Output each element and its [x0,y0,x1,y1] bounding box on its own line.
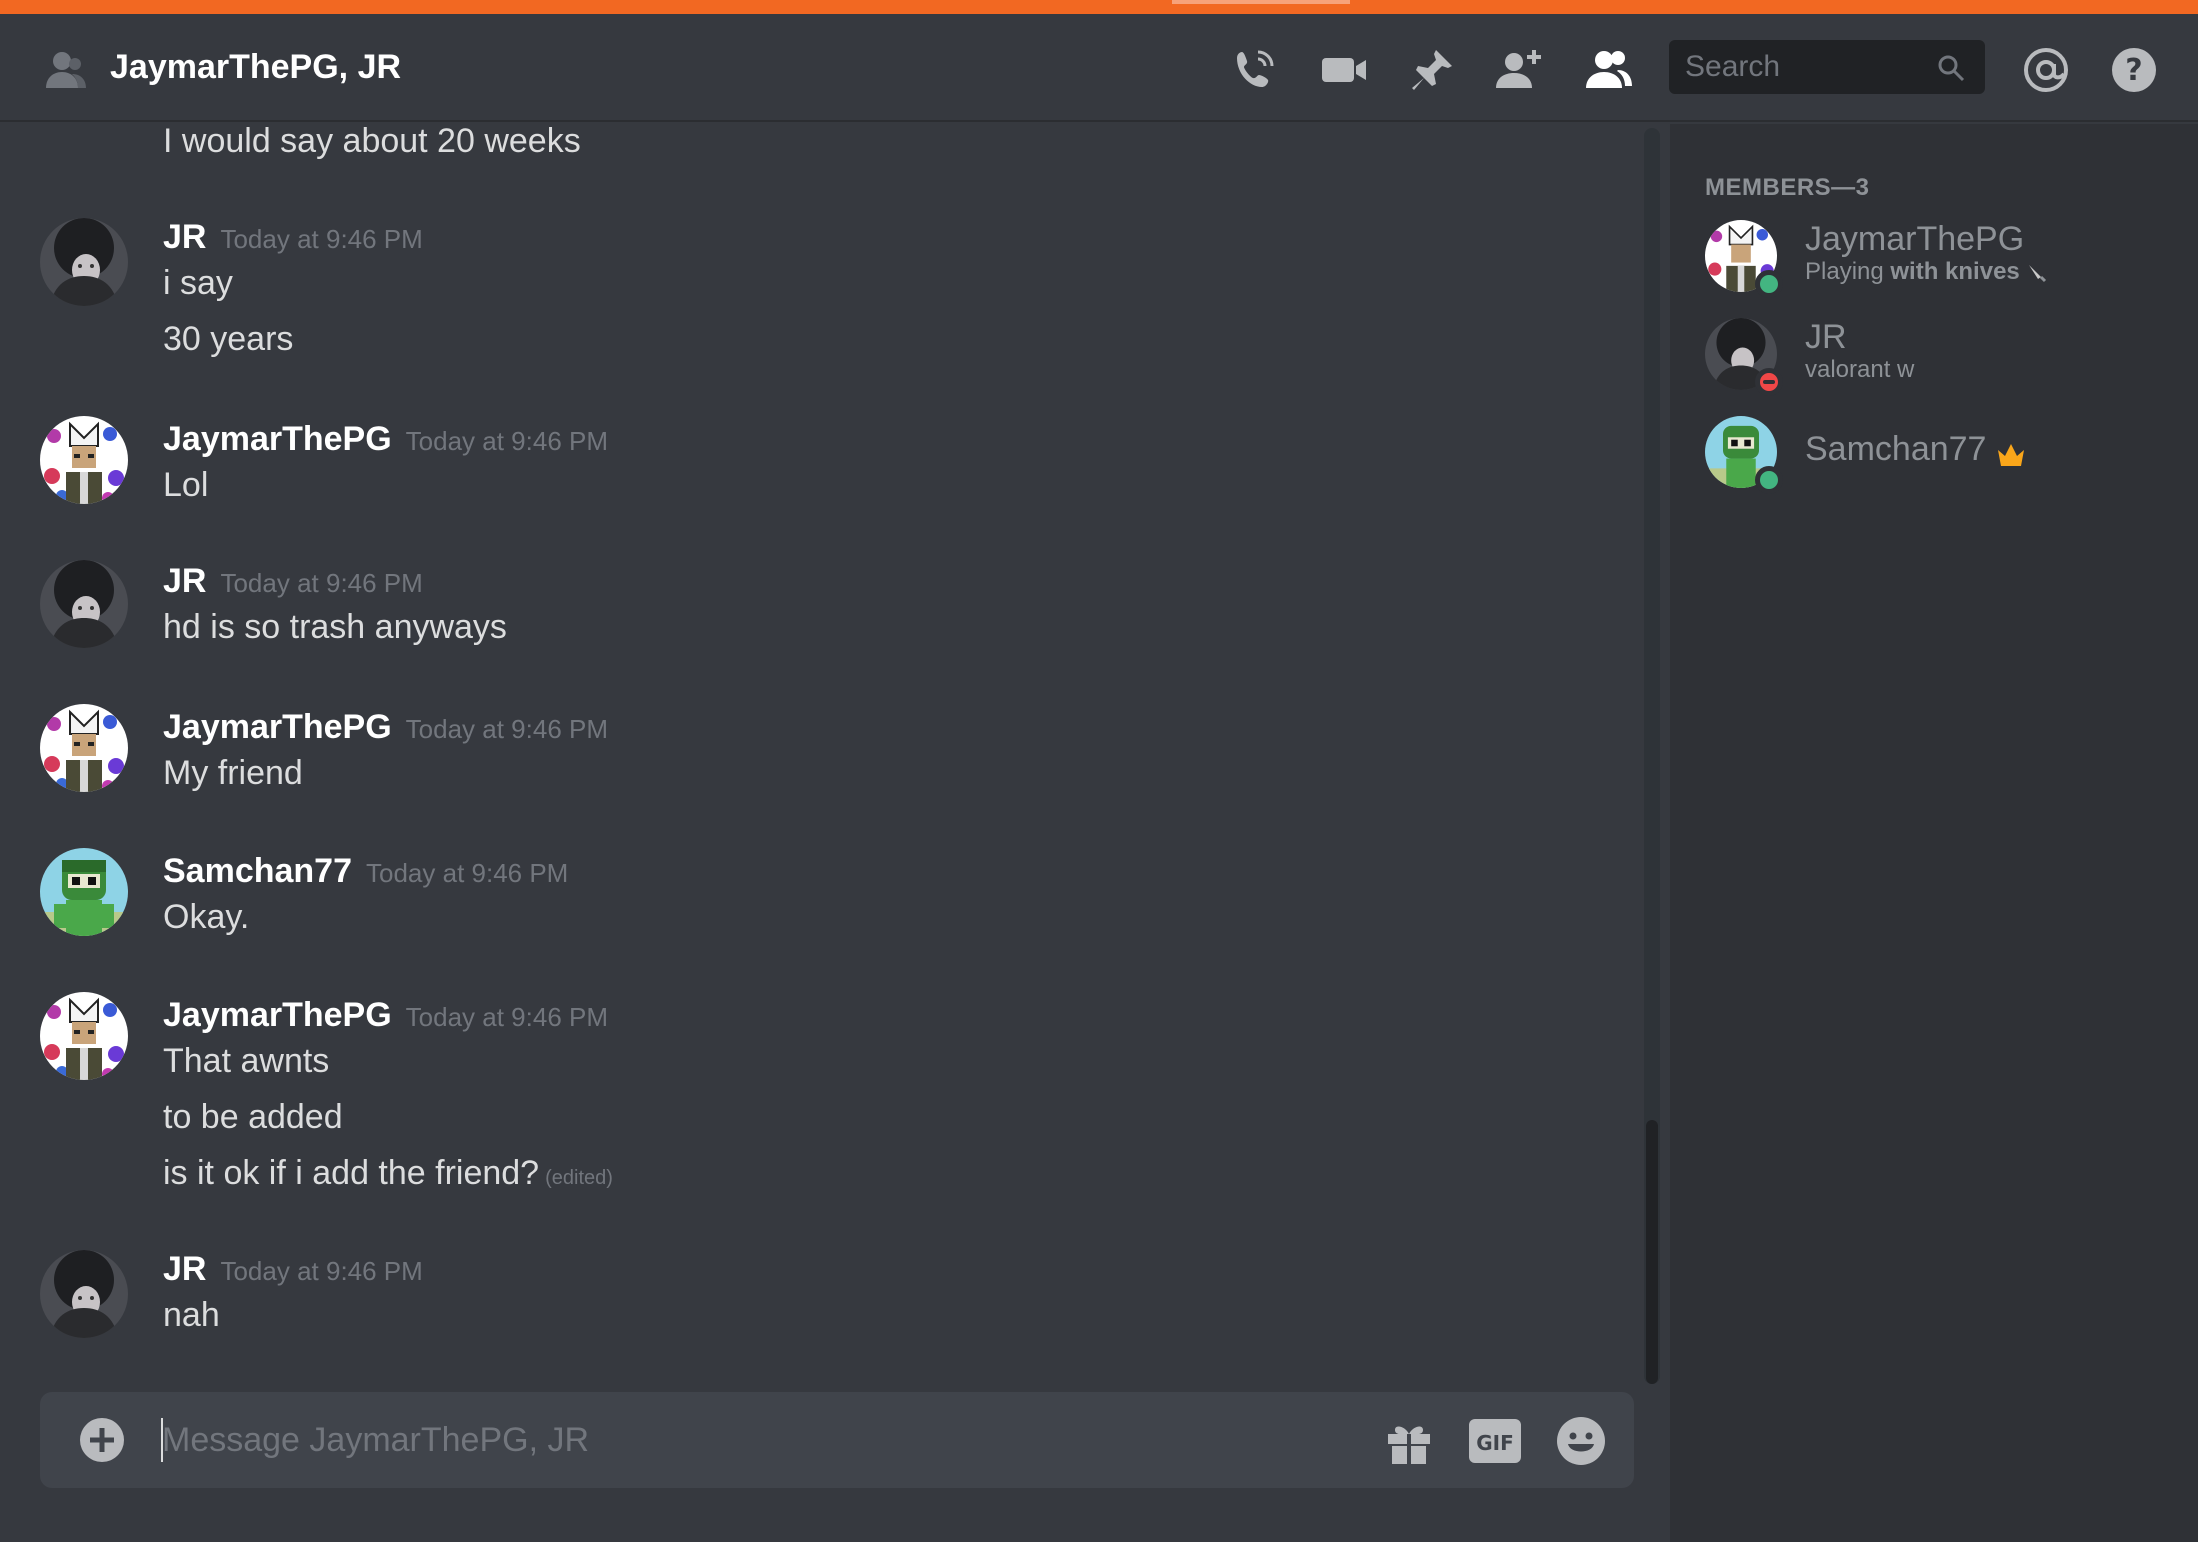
message-line: hd is so trash anyways [163,608,507,646]
crown-owner-icon [1996,438,2026,467]
search-input[interactable]: Search [1669,40,1985,94]
message-line: i say [163,264,233,302]
message-timestamp: Today at 9:46 PM [405,714,609,744]
status-dnd-icon [1755,368,1783,396]
author-name[interactable]: JR [163,1250,206,1288]
message-timestamp: Today at 9:46 PM [220,1256,423,1286]
message-line: Lol [163,466,209,504]
gif-label: GIF [1476,1431,1514,1455]
message-author[interactable]: Samchan77 Today at 9:46 PM [163,852,568,891]
members-icon[interactable] [1582,44,1634,96]
status-online-icon [1755,270,1783,298]
message-author[interactable]: JR Today at 9:46 PM [163,562,423,601]
channel-header: JaymarThePG, JR Search ? [0,14,2198,122]
member-name: Samchan77 [1805,430,1987,468]
avatar-jaymarthepg[interactable] [40,704,128,792]
status-online-icon [1755,466,1783,494]
author-name[interactable]: JR [163,562,206,600]
message-input[interactable] [162,1410,1362,1470]
pin-icon[interactable] [1406,44,1458,96]
activity-prefix: Playing [1805,258,1884,285]
scrollbar-thumb[interactable] [1646,1120,1658,1384]
gift-icon[interactable] [1382,1414,1436,1468]
author-name[interactable]: Samchan77 [163,852,352,890]
message-line-edited: is it ok if i add the friend? (edited) [163,1154,613,1193]
message-line: to be added [163,1098,343,1136]
avatar-jaymarthepg[interactable] [40,416,128,504]
window-top-stripe [0,0,2198,14]
message-timestamp: Today at 9:46 PM [405,1002,609,1032]
avatar-jaymarthepg[interactable] [40,992,128,1080]
author-name[interactable]: JaymarThePG [163,708,392,746]
group-dm-icon [42,46,90,94]
activity-name: with knives [1890,258,2020,285]
add-friend-icon[interactable] [1494,44,1546,96]
message-line: Okay. [163,898,250,936]
channel-title: JaymarThePG, JR [110,48,402,86]
svg-text:?: ? [2125,53,2142,88]
search-icon [1935,52,1967,84]
message-timestamp: Today at 9:46 PM [366,858,569,888]
member-name: JR [1805,318,1847,356]
help-icon[interactable]: ? [2108,44,2160,96]
video-icon[interactable] [1318,44,1370,96]
message-author[interactable]: JaymarThePG Today at 9:46 PM [163,420,608,459]
member-list: MEMBERS—3 JaymarThePG Playing with knive… [1670,124,2198,1542]
member-name-row: Samchan77 [1805,430,2026,469]
message-author[interactable]: JR Today at 9:46 PM [163,1250,423,1289]
member-activity: valorant w [1805,356,1915,383]
message-timestamp: Today at 9:46 PM [220,568,423,598]
member-name: JaymarThePG [1805,220,2025,258]
avatar-samchan77[interactable] [40,848,128,936]
stripe-highlight [1172,0,1350,4]
message-line: That awnts [163,1042,330,1080]
author-name[interactable]: JaymarThePG [163,996,392,1034]
author-name[interactable]: JaymarThePG [163,420,392,458]
mention-icon[interactable] [2020,44,2072,96]
knife-icon [2026,262,2048,284]
author-name[interactable]: JR [163,218,206,256]
call-icon[interactable] [1228,44,1280,96]
avatar-jr[interactable] [40,1250,128,1338]
search-placeholder: Search [1685,50,1781,83]
message-author[interactable]: JaymarThePG Today at 9:46 PM [163,996,608,1035]
message-line: 30 years [163,320,294,358]
message-composer: GIF [40,1392,1634,1488]
member-list-heading: MEMBERS—3 [1705,174,1870,201]
message-text: is it ok if i add the friend? [163,1154,540,1192]
message-timestamp: Today at 9:46 PM [220,224,423,254]
upload-plus-icon[interactable] [78,1416,126,1464]
message-line: I would say about 20 weeks [163,124,581,160]
member-item-jaymarthepg[interactable]: JaymarThePG Playing with knives [1705,214,2185,298]
message-list: I would say about 20 weeks JR Today at 9:… [0,124,1644,1384]
member-item-samchan77[interactable]: Samchan77 [1705,410,2185,494]
message-line: My friend [163,754,303,792]
emoji-icon[interactable] [1554,1414,1608,1468]
message-author[interactable]: JaymarThePG Today at 9:46 PM [163,708,608,747]
message-line: nah [163,1296,220,1334]
message-timestamp: Today at 9:46 PM [405,426,609,456]
gif-button[interactable]: GIF [1468,1414,1522,1468]
member-activity: Playing with knives [1805,258,2048,286]
message-author[interactable]: JR Today at 9:46 PM [163,218,423,257]
edited-tag: (edited) [545,1167,613,1189]
member-item-jr[interactable]: JR valorant w [1705,312,2185,396]
avatar-jr[interactable] [40,218,128,306]
avatar-jr[interactable] [40,560,128,648]
